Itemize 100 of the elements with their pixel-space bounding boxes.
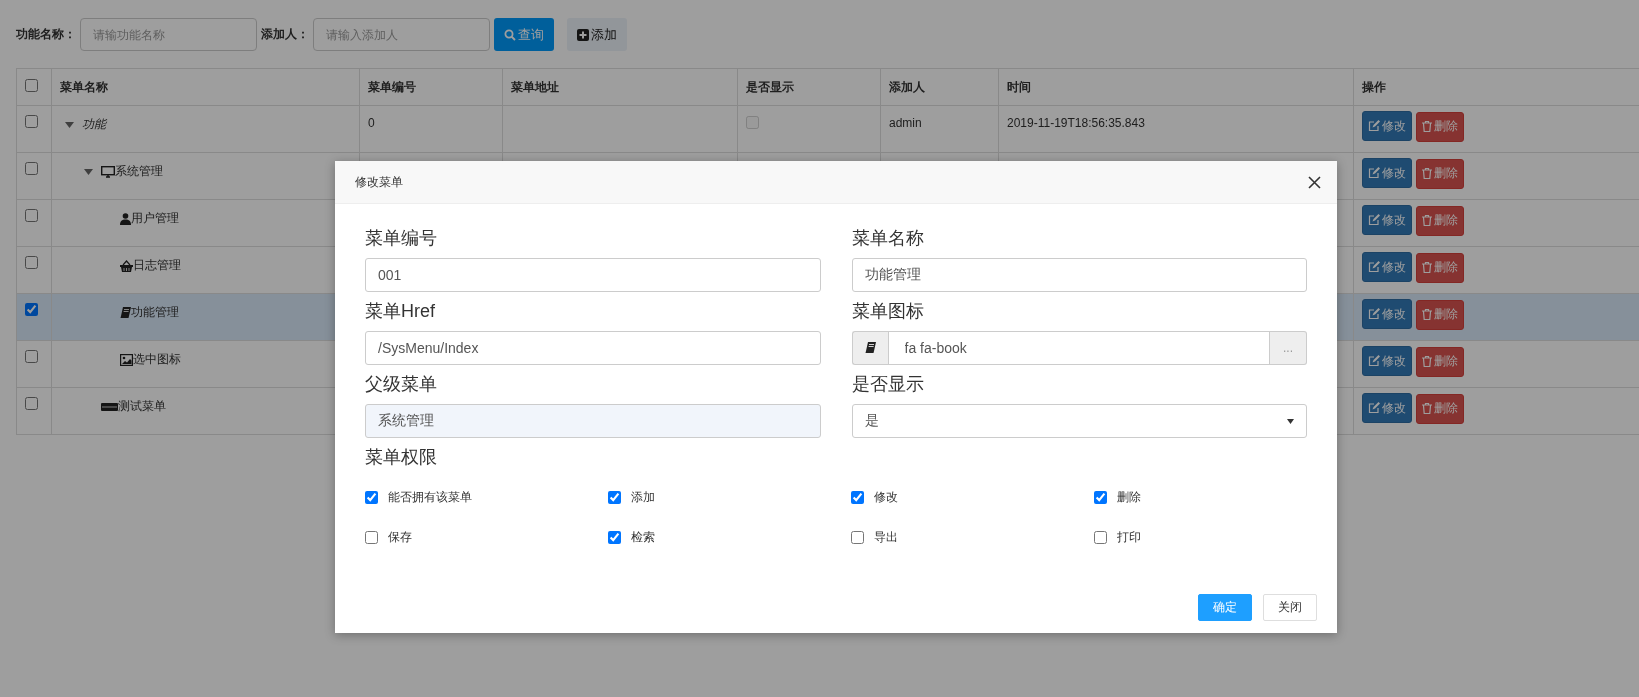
menu-name: 系统管理 — [115, 163, 163, 180]
delete-button[interactable]: 删除 — [1416, 158, 1464, 189]
checkbox-label: 删除 — [1117, 488, 1141, 506]
menu-name: 测试菜单 — [118, 398, 166, 415]
column-header: 添加人 — [880, 68, 999, 106]
caret-icon[interactable] — [65, 120, 74, 129]
menu-name: 功能管理 — [131, 304, 179, 321]
delete-button[interactable]: 删除 — [1416, 299, 1464, 330]
checkbox-label: 添加 — [631, 488, 655, 506]
plus-icon — [577, 28, 589, 41]
trash-icon — [1422, 215, 1432, 226]
search-field[interactable]: 请输功能名称 — [80, 18, 257, 51]
row-checkbox[interactable] — [25, 115, 38, 128]
menu-name: 日志管理 — [133, 257, 181, 274]
trash-icon — [1422, 262, 1432, 273]
checkbox-label: 保存 — [388, 528, 412, 546]
column-header: 菜单名称 — [51, 68, 360, 106]
row-checkbox[interactable] — [25, 162, 38, 175]
field-label: 菜单图标 — [851, 300, 925, 323]
dropdown-caret-icon — [1287, 418, 1294, 424]
close-dialog-button[interactable]: 关闭 — [1263, 594, 1317, 621]
row-checkbox[interactable] — [25, 303, 38, 316]
edit-button[interactable]: 修改 — [1362, 393, 1412, 423]
caret-icon[interactable] — [84, 167, 93, 176]
column-header: 是否显示 — [737, 68, 881, 106]
browse-button[interactable]: ... — [1270, 331, 1307, 365]
column-header: 菜单地址 — [502, 68, 738, 106]
menu-name: 用户管理 — [131, 210, 179, 227]
column-header: 时间 — [998, 68, 1354, 106]
row-checkbox[interactable] — [25, 397, 38, 410]
field-label: 是否显示 — [851, 373, 925, 396]
edit-button[interactable]: 修改 — [1362, 299, 1412, 329]
search-field[interactable]: 请输入添加人 — [313, 18, 490, 51]
trash-icon — [1422, 121, 1432, 132]
edit-icon — [1368, 355, 1380, 367]
input-field[interactable]: 功能管理 — [851, 258, 1307, 292]
add-button[interactable]: 添加 — [567, 18, 627, 51]
checkbox-label: 修改 — [874, 488, 898, 506]
edit-button[interactable]: 修改 — [1362, 111, 1412, 141]
checkbox[interactable] — [851, 530, 864, 544]
input-field[interactable]: /SysMenu/Index — [365, 331, 821, 365]
monitor-icon — [101, 165, 115, 178]
edit-button[interactable]: 修改 — [1362, 346, 1412, 376]
delete-button[interactable]: 删除 — [1416, 252, 1464, 283]
checkbox[interactable] — [365, 490, 378, 504]
checkbox-label: 检索 — [631, 528, 655, 546]
checkbox[interactable] — [851, 490, 864, 504]
delete-button[interactable]: 删除 — [1416, 205, 1464, 236]
select-field[interactable]: 是 — [851, 404, 1307, 438]
section-label: 菜单权限 — [365, 446, 438, 469]
checkbox-label: 能否拥有该菜单 — [388, 488, 472, 506]
checkbox[interactable] — [608, 490, 621, 504]
basket-icon — [120, 259, 133, 272]
close-button[interactable] — [1308, 175, 1321, 189]
row-checkbox[interactable] — [25, 209, 38, 222]
input-field[interactable]: 001 — [365, 258, 821, 292]
row-checkbox[interactable] — [25, 256, 38, 269]
image-icon — [120, 353, 133, 366]
search-icon — [504, 28, 516, 41]
field-label: 菜单名称 — [851, 227, 925, 250]
checkbox[interactable] — [365, 530, 378, 544]
dialog-title: 修改菜单 — [355, 173, 403, 191]
edit-icon — [1368, 261, 1380, 273]
edit-icon — [1368, 120, 1380, 132]
hard-drive-icon — [101, 401, 118, 412]
checkbox[interactable] — [1094, 490, 1107, 504]
input-field[interactable]: fa fa-book — [887, 331, 1270, 365]
close-icon — [1308, 175, 1321, 189]
checkbox[interactable] — [1094, 530, 1107, 544]
table-cell: 0 — [368, 116, 375, 130]
edit-icon — [1368, 167, 1380, 179]
field-label: 添加人： — [261, 26, 309, 43]
edit-button[interactable]: 修改 — [1362, 205, 1412, 235]
input-field[interactable]: 系统管理 — [365, 404, 821, 438]
checkbox-label: 打印 — [1117, 528, 1141, 546]
table-cell: admin — [889, 116, 922, 130]
field-label: 父级菜单 — [365, 373, 438, 396]
checkbox[interactable] — [608, 530, 621, 544]
menu-name: 功能 — [82, 116, 106, 133]
trash-icon — [1422, 168, 1432, 179]
delete-button[interactable]: 删除 — [1416, 111, 1464, 142]
book-icon — [120, 306, 131, 319]
confirm-button[interactable]: 确定 — [1198, 594, 1252, 621]
user-icon — [120, 212, 131, 225]
edit-button[interactable]: 修改 — [1362, 158, 1412, 188]
delete-button[interactable]: 删除 — [1416, 393, 1464, 424]
field-label: 菜单编号 — [365, 227, 438, 250]
field-label: 菜单Href — [365, 300, 436, 323]
edit-button[interactable]: 修改 — [1362, 252, 1412, 282]
delete-button[interactable]: 删除 — [1416, 346, 1464, 377]
search-button[interactable]: 查询 — [494, 18, 554, 51]
select-all-checkbox[interactable] — [25, 79, 38, 92]
table-cell: 2019-11-19T18:56:35.843 — [1007, 116, 1145, 130]
column-header: 操作 — [1353, 68, 1639, 106]
row-checkbox[interactable] — [25, 350, 38, 363]
edit-icon — [1368, 308, 1380, 320]
menu-name: 选中图标 — [133, 351, 181, 368]
book-icon — [864, 342, 876, 354]
edit-icon — [1368, 214, 1380, 226]
checkbox-label: 导出 — [874, 528, 898, 546]
